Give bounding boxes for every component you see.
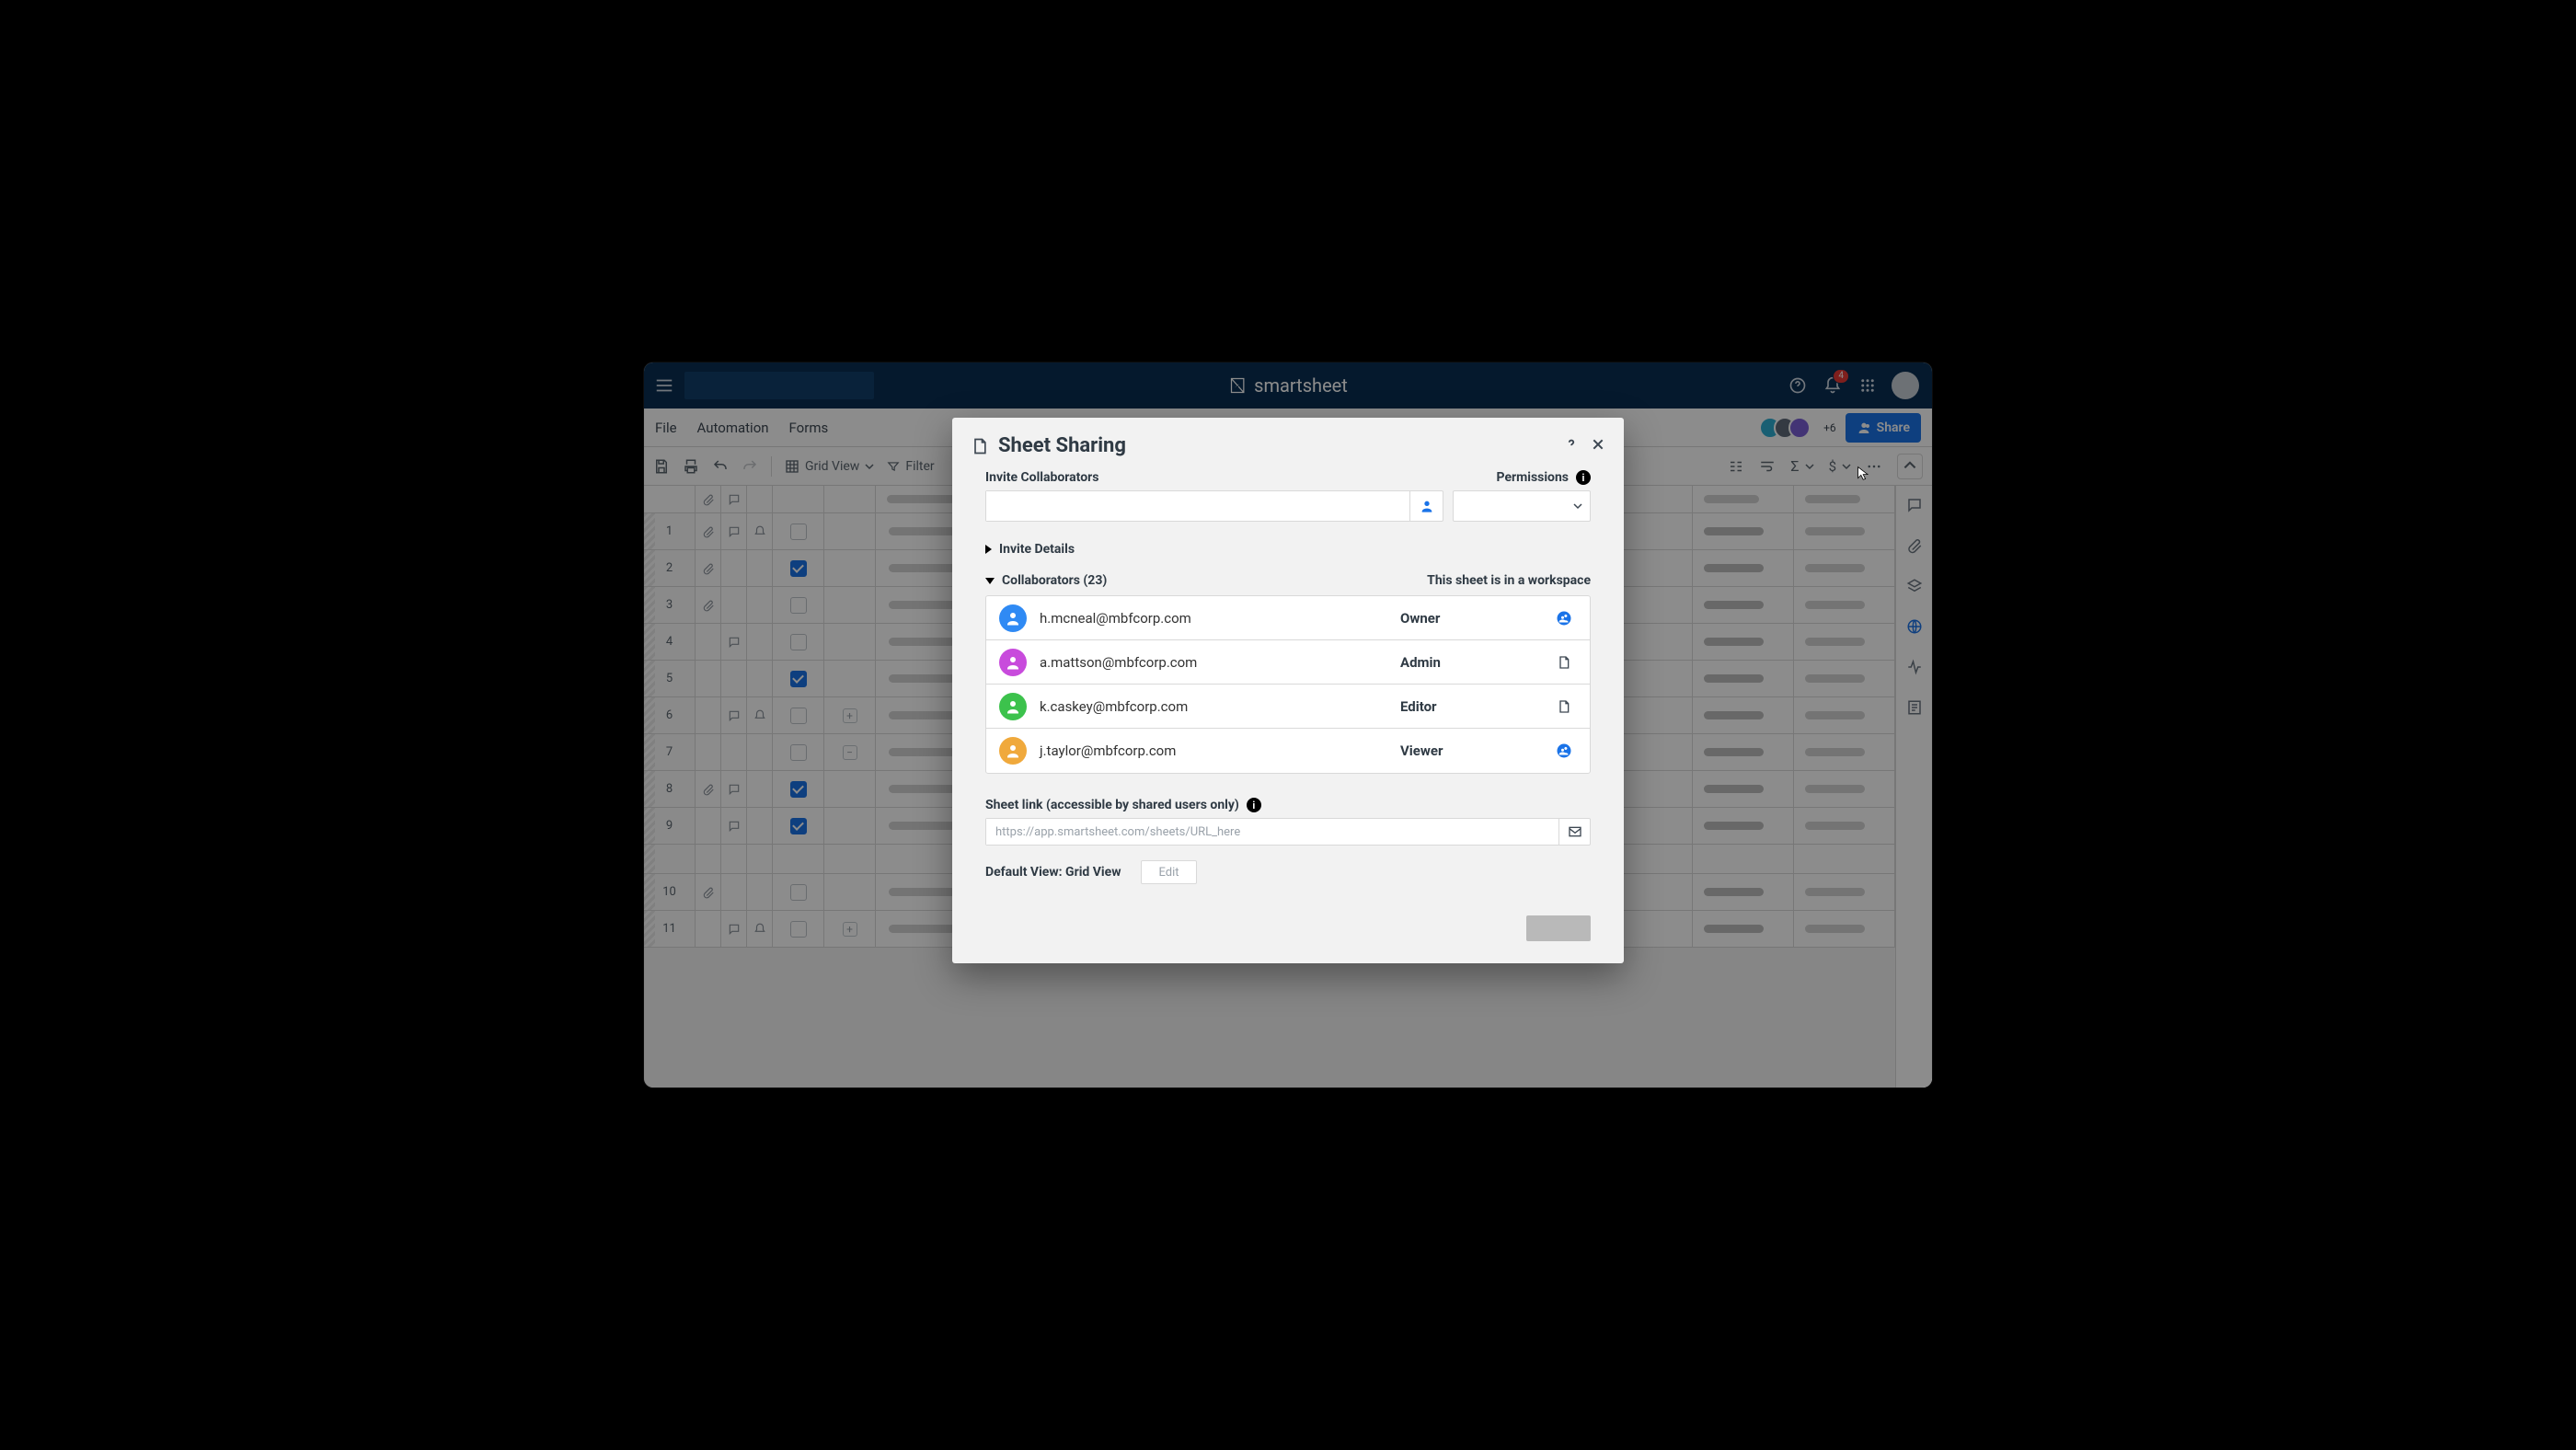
edit-default-view-button[interactable]: Edit xyxy=(1141,860,1196,884)
group-icon xyxy=(1551,610,1577,627)
email-link-icon[interactable] xyxy=(1558,819,1590,845)
sheet-icon xyxy=(971,437,989,455)
close-icon[interactable] xyxy=(1591,437,1605,455)
collaborator-email: j.taylor@mbfcorp.com xyxy=(1040,742,1387,759)
collaborator-role[interactable]: Admin xyxy=(1400,654,1538,671)
invite-details-toggle[interactable]: Invite Details xyxy=(952,542,1624,557)
sheet-icon xyxy=(1551,655,1577,670)
contact-picker-icon[interactable] xyxy=(1409,491,1443,521)
permissions-label: Permissions xyxy=(1497,470,1569,485)
collaborator-row[interactable]: a.mattson@mbfcorp.com Admin xyxy=(986,640,1590,685)
chevron-right-icon xyxy=(985,545,992,554)
collaborator-email: h.mcneal@mbfcorp.com xyxy=(1040,610,1387,627)
avatar-icon xyxy=(999,737,1027,765)
avatar-icon xyxy=(999,604,1027,632)
collaborator-email: k.caskey@mbfcorp.com xyxy=(1040,698,1387,715)
collaborator-row[interactable]: h.mcneal@mbfcorp.com Owner xyxy=(986,596,1590,640)
collaborator-role[interactable]: Viewer xyxy=(1400,742,1538,759)
submit-button xyxy=(1526,915,1591,941)
avatar-icon xyxy=(999,693,1027,720)
dialog-help-icon[interactable] xyxy=(1563,436,1580,456)
sheet-link-label: Sheet link (accessible by shared users o… xyxy=(985,798,1239,812)
sheet-icon xyxy=(1551,699,1577,714)
default-view-label: Default View: Grid View xyxy=(985,865,1121,880)
group-icon xyxy=(1551,742,1577,759)
info-icon[interactable]: i xyxy=(1576,470,1591,485)
collaborator-email: a.mattson@mbfcorp.com xyxy=(1040,654,1387,671)
workspace-note: This sheet is in a workspace xyxy=(1427,573,1591,588)
collaborator-row[interactable]: j.taylor@mbfcorp.com Viewer xyxy=(986,729,1590,773)
sheet-link-input[interactable] xyxy=(986,819,1558,845)
chevron-down-icon[interactable] xyxy=(985,578,995,584)
permissions-select[interactable] xyxy=(1453,490,1591,522)
collaborator-role[interactable]: Editor xyxy=(1400,698,1538,715)
collaborator-row[interactable]: k.caskey@mbfcorp.com Editor xyxy=(986,685,1590,729)
app-window: smartsheet 4 File Automation Forms xyxy=(644,362,1932,1088)
avatar-icon xyxy=(999,649,1027,676)
info-icon[interactable]: i xyxy=(1247,798,1261,812)
share-dialog: Sheet Sharing Invite Collaborators Permi… xyxy=(952,418,1624,963)
dialog-title: Sheet Sharing xyxy=(998,434,1126,457)
collaborators-header[interactable]: Collaborators (23) xyxy=(1002,573,1107,588)
invite-label: Invite Collaborators xyxy=(985,470,1098,485)
invite-input[interactable] xyxy=(986,491,1409,521)
collaborator-list: h.mcneal@mbfcorp.com Owner a.mattson@mbfco… xyxy=(985,595,1591,774)
collaborator-role[interactable]: Owner xyxy=(1400,610,1538,627)
